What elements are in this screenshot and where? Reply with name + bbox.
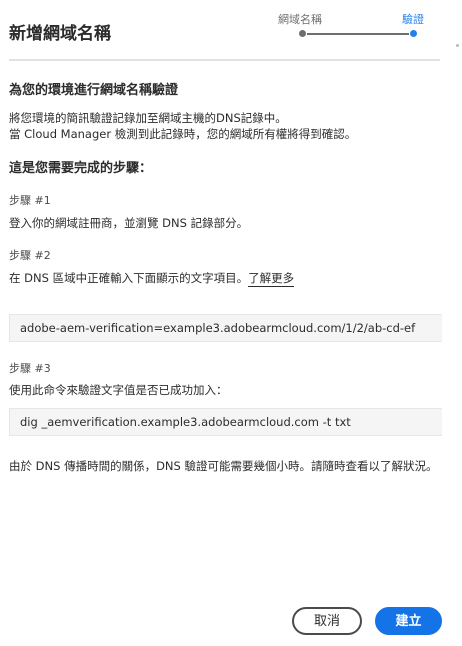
step-2-instruction: 在 DNS 區域中正確輸入下面顯示的文字項目。了解更多	[9, 270, 295, 287]
verification-value-field[interactable]: adobe-aem-verification=example3.adobearm…	[9, 314, 442, 342]
step-2-text: 在 DNS 區域中正確輸入下面顯示的文字項目。	[9, 271, 249, 285]
step-dot-current	[410, 30, 417, 37]
intro-line-2: 當 Cloud Manager 檢測到此記錄時，您的網域所有權將得到確認。	[9, 127, 357, 141]
scroll-indicator	[456, 44, 459, 47]
dns-propagation-note: 由於 DNS 傳播時間的關係，DNS 驗證可能需要幾個小時。請隨時查看以了解狀況…	[9, 459, 438, 473]
stepper-connector	[307, 33, 409, 35]
step-label-verification: 驗證	[402, 13, 424, 26]
step-3-title: 步驟 #3	[9, 362, 51, 375]
intro-heading: 為您的環境進行網域名稱驗證	[9, 83, 179, 98]
step-3-text: 使用此命令來驗證文字值是否已成功加入：	[9, 383, 228, 397]
dig-command-field[interactable]: dig _aemverification.example3.adobearmcl…	[9, 408, 442, 436]
wizard-stepper: 網域名稱 驗證	[0, 0, 462, 50]
cancel-button[interactable]: 取消	[292, 607, 362, 635]
step-1-text: 登入你的網域註冊商，並瀏覽 DNS 記錄部分。	[9, 216, 249, 230]
step-dot-completed	[299, 30, 306, 37]
intro-line-1: 將您環境的簡訊驗證記錄加至網域主機的DNS記錄中。	[9, 111, 287, 125]
steps-heading: 這是您需要完成的步驟：	[9, 161, 153, 176]
header-divider	[9, 59, 440, 61]
step-label-domain-name: 網域名稱	[278, 13, 322, 26]
step-1-title: 步驟 #1	[9, 194, 51, 207]
create-button[interactable]: 建立	[375, 607, 442, 635]
learn-more-link[interactable]: 了解更多	[248, 271, 295, 287]
step-2-title: 步驟 #2	[9, 249, 51, 262]
